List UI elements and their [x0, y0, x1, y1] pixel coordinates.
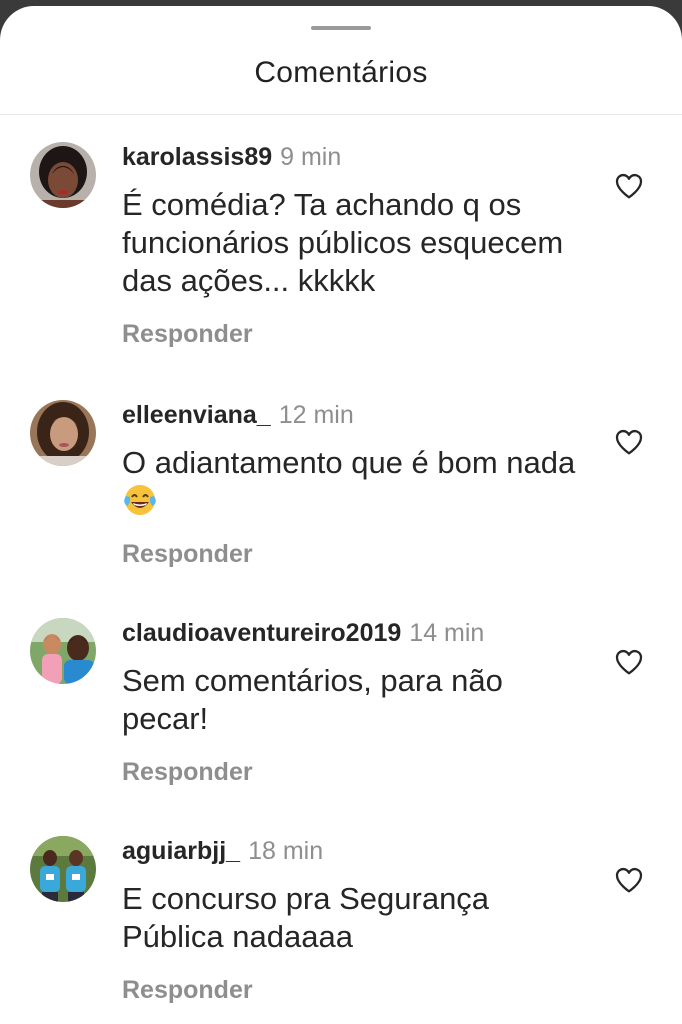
comment-meta: elleenviana_ 12 min [122, 400, 354, 430]
heart-outline-icon[interactable] [612, 646, 646, 678]
avatar[interactable] [30, 400, 96, 466]
heart-outline-icon[interactable] [612, 864, 646, 896]
heart-outline-icon[interactable] [612, 426, 646, 458]
comment-text: O adiantamento que é bom nada [122, 444, 592, 521]
sheet-title: Comentários [254, 56, 428, 89]
comments-sheet: Comentários karolassis89 9 min É comédia?… [0, 6, 682, 1024]
comment-meta: karolassis89 9 min [122, 142, 341, 172]
comment-text: E concurso pra Segurança Pública nadaaaa [122, 881, 490, 954]
timestamp: 9 min [280, 143, 342, 171]
username[interactable]: aguiarbjj_ [122, 837, 240, 865]
comment-meta: claudioaventureiro2019 14 min [122, 618, 484, 648]
timestamp: 12 min [278, 401, 354, 429]
reply-button[interactable]: Responder [122, 976, 253, 1005]
header-divider [0, 114, 682, 115]
heart-outline-icon[interactable] [612, 170, 646, 202]
reply-button[interactable]: Responder [122, 540, 253, 569]
timestamp: 14 min [409, 619, 485, 647]
comment-text: Sem comentários, para não pecar! [122, 663, 503, 736]
face-with-tears-of-joy-icon [124, 485, 156, 515]
reply-button[interactable]: Responder [122, 758, 253, 787]
username[interactable]: elleenviana_ [122, 401, 271, 429]
comment-meta: aguiarbjj_ 18 min [122, 836, 323, 866]
comment-text: É comédia? Ta achando q os funcionários … [122, 187, 564, 298]
reply-button[interactable]: Responder [122, 320, 253, 349]
username[interactable]: karolassis89 [122, 143, 272, 171]
comment-text-body: O adiantamento que é bom nada [122, 445, 576, 480]
timestamp: 18 min [248, 837, 324, 865]
avatar[interactable] [30, 618, 96, 684]
username[interactable]: claudioaventureiro2019 [122, 619, 401, 647]
avatar[interactable] [30, 836, 96, 902]
avatar[interactable] [30, 142, 96, 208]
drag-handle[interactable] [311, 26, 371, 30]
